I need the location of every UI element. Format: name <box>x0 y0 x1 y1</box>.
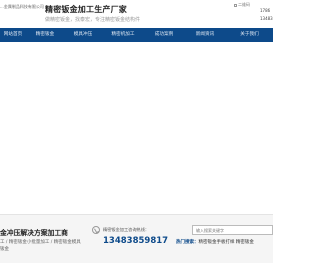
hotline-number: 13483859817 <box>103 236 169 246</box>
company-name: ...金属制品科技有限公司 <box>0 4 44 9</box>
nav-item-machining[interactable]: 精密机加工 <box>102 28 144 42</box>
nav-item-news[interactable]: 新闻资讯 <box>184 28 226 42</box>
search-input[interactable] <box>193 226 272 234</box>
header-phone-2: 13483 <box>260 16 273 21</box>
nav-item-about[interactable]: 关于我们 <box>226 28 273 42</box>
info-bar: 金冲压解决方案加工商 工 / 精密钣金小批量加工 / 精密钣金模具 钣金 精密钣… <box>0 214 273 263</box>
phone-icon <box>92 226 100 234</box>
qr-code-icon <box>234 3 237 7</box>
breadcrumb[interactable]: 工 / 精密钣金小批量加工 / 精密钣金模具 <box>0 239 81 245</box>
nav-item-stamping[interactable]: 模具冲压 <box>64 28 102 42</box>
hot-search-terms[interactable]: 精密钣金手板打样 精密钣金 <box>199 240 254 245</box>
nav-item-home[interactable]: 网站首页 <box>0 28 26 42</box>
hotline-label: 精密钣金加工咨询热线： <box>103 227 150 232</box>
qr-label: 二维码 <box>238 2 250 7</box>
hot-search: 热门搜索：精密钣金手板打样 精密钣金 <box>176 239 254 245</box>
header-phone-1: 1786 <box>260 8 271 13</box>
banner-area <box>0 42 273 214</box>
main-nav: 网站首页 精密钣金 模具冲压 精密机加工 成功案例 新闻资讯 关于我们 <box>0 28 273 42</box>
hot-search-label: 热门搜索： <box>176 240 199 245</box>
breadcrumb-continued[interactable]: 钣金 <box>0 246 9 252</box>
brand-title[interactable]: 精密钣金加工生产厂家 <box>45 4 127 15</box>
site-header: ...金属制品科技有限公司 精密钣金加工生产厂家 做精密钣金，找泰宏，专注精密钣… <box>0 0 273 28</box>
nav-item-sheet-metal[interactable]: 精密钣金 <box>26 28 64 42</box>
brand-slogan: 做精密钣金，找泰宏，专注精密钣金结构件 <box>45 17 141 23</box>
nav-item-cases[interactable]: 成功案例 <box>144 28 184 42</box>
solution-title: 金冲压解决方案加工商 <box>0 229 68 237</box>
qr-code: 二维码 <box>234 2 256 26</box>
search-box <box>192 225 273 235</box>
